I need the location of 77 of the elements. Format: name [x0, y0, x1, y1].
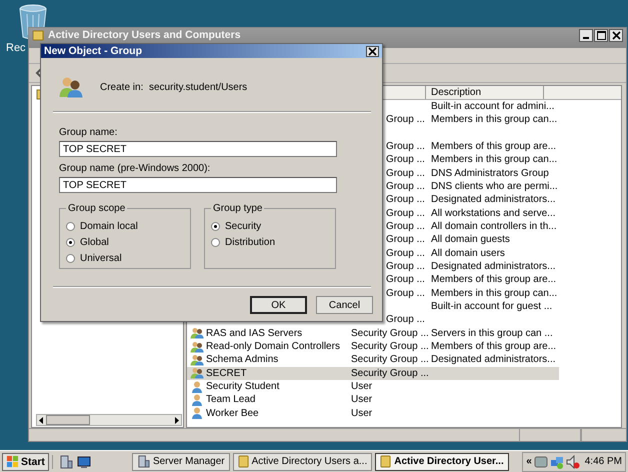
cell-text: Security Group ...	[351, 368, 429, 379]
cell-text: Group ...	[386, 208, 425, 219]
list-row[interactable]: Read-only Domain Controllers Security Group ... Members of this group are...	[187, 340, 559, 354]
default-button[interactable]: OK	[250, 296, 307, 314]
cell-text: Security Group ...	[351, 340, 429, 352]
radio-label[interactable]: Global	[80, 236, 109, 248]
cell-text: RAS and IAS Servers	[206, 326, 302, 340]
cell-text: Designated administrators...	[431, 260, 556, 272]
cell-text: Security Group ...	[351, 354, 429, 366]
cell-text: Group ...	[386, 114, 425, 126]
cell-text: All domain guests	[431, 234, 510, 246]
cell-text: All workstations and serve...	[431, 208, 556, 219]
cell-text: Group ...	[386, 194, 425, 206]
cell-text: Members of this group are...	[431, 140, 556, 152]
cell-text: User	[351, 380, 372, 392]
cell-text: Servers in this group can ...	[431, 328, 553, 339]
cell-text: User	[351, 394, 372, 406]
cell-text: Group ...	[386, 140, 425, 152]
cell-text: Group ...	[386, 260, 425, 272]
cell-text: Members in this group can...	[431, 154, 558, 166]
cell-text: SECRET	[206, 366, 247, 380]
start-button[interactable]: Start	[2, 452, 49, 470]
cell-text: Group ...	[386, 314, 425, 326]
taskbar-button[interactable]: Active Directory Users a...	[232, 452, 372, 470]
taskbar-button[interactable]: Server Manager	[132, 452, 230, 470]
cell-text: All domain controllers in th...	[431, 220, 557, 232]
field-label: Group name (pre-Windows 2000):	[59, 163, 212, 175]
cell-text: Group ...	[386, 154, 425, 166]
cell-text: Group ...	[386, 248, 425, 259]
list-row[interactable]: Worker Bee User	[187, 406, 559, 420]
cell-text: Team Lead	[206, 393, 256, 407]
dialog-button[interactable]: Cancel	[316, 296, 373, 314]
create-in-label: Create in:	[100, 82, 144, 92]
cell-text: Built-in account for admini...	[431, 101, 554, 112]
cell-text: Read-only Domain Controllers	[206, 340, 340, 354]
cell-text: All domain users	[431, 248, 505, 259]
cell-text: Security Group ...	[351, 328, 429, 339]
dialog-title: New Object - Group	[44, 45, 142, 57]
desktop-icon-label[interactable]: Rec	[6, 42, 26, 54]
group-title: Group scope	[67, 203, 126, 214]
list-row[interactable]: RAS and IAS Servers Security Group ... Servers in this group can ...	[187, 326, 559, 340]
create-in-path: security.student/Users	[149, 82, 248, 92]
group-title: Group type	[212, 203, 264, 214]
cell-text: Group ...	[386, 220, 425, 232]
list-row[interactable]: Schema Admins Security Group ... Designated administrators...	[187, 353, 559, 367]
cell-text: Members of this group are...	[431, 274, 556, 286]
input-field[interactable]: TOP SECRET	[59, 177, 337, 193]
cell-text: DNS Administrators Group	[431, 168, 549, 179]
radio-label[interactable]: Security	[225, 220, 262, 232]
cell-text: Designated administrators...	[431, 354, 556, 366]
cell-text: Schema Admins	[206, 353, 278, 367]
cell-text: Group ...	[386, 234, 425, 246]
cell-text: Designated administrators...	[431, 194, 556, 206]
selected-list-row[interactable]: SECRET Security Group ...	[187, 366, 559, 380]
clock[interactable]: 4:46 PM	[584, 456, 622, 467]
list-row[interactable]: Security Student User	[187, 380, 559, 394]
cell-text: Worker Bee	[206, 406, 259, 420]
tray-expand-button[interactable]: «	[526, 456, 532, 467]
input-field[interactable]: TOP SECRET	[59, 141, 337, 157]
cell-text: DNS clients who are permi...	[431, 180, 558, 192]
radio-label[interactable]: Domain local	[80, 220, 138, 232]
cell-text: Group ...	[386, 274, 425, 286]
field-label: Group name:	[59, 127, 118, 139]
radio-label[interactable]: Universal	[80, 252, 122, 264]
column-header[interactable]: Description	[426, 86, 544, 99]
cell-text: Security Student	[206, 380, 280, 394]
cell-text: User	[351, 408, 372, 419]
taskbar-button[interactable]: Active Directory User...	[375, 452, 509, 470]
radio-label[interactable]: Distribution	[225, 236, 276, 248]
list-row[interactable]: Team Lead User	[187, 393, 559, 407]
cell-text: Group ...	[386, 180, 425, 192]
window-title: Active Directory Users and Computers	[48, 29, 241, 42]
cell-text: Members in this group can...	[431, 114, 558, 126]
cell-text: Group ...	[386, 288, 425, 299]
cell-text: Members of this group are...	[431, 340, 556, 352]
cell-text: Group ...	[386, 168, 425, 179]
cell-text: Members in this group can...	[431, 288, 558, 299]
